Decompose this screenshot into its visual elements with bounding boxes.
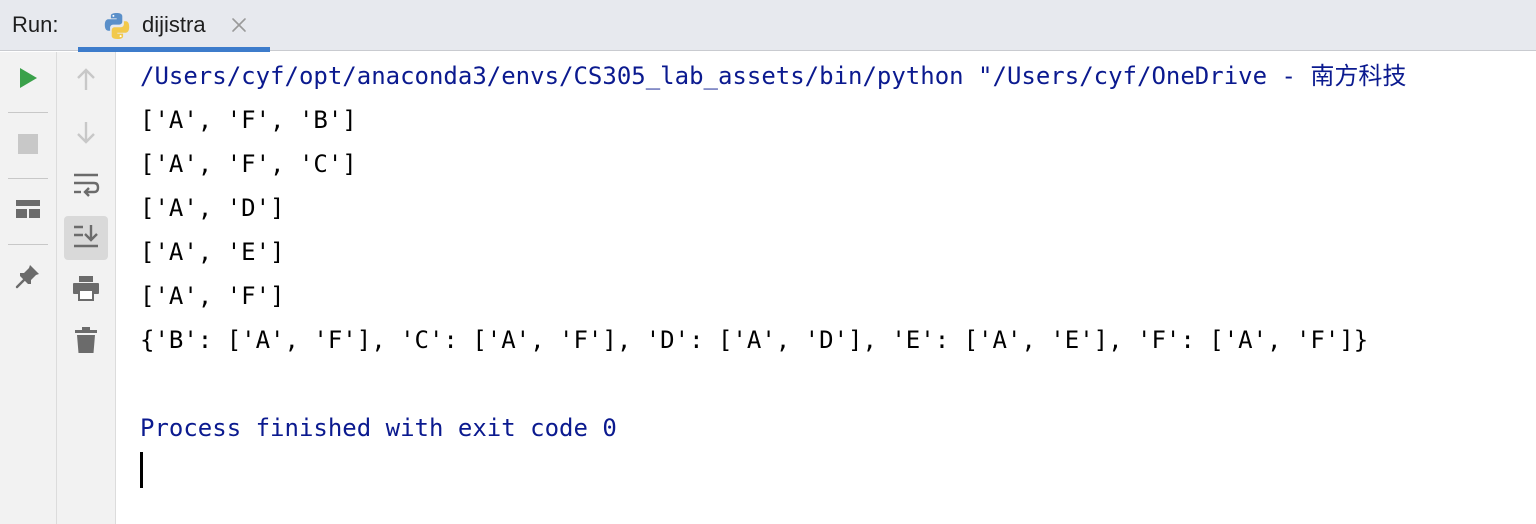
scroll-to-end-button[interactable]	[64, 216, 108, 260]
run-header: Run: dijistra	[0, 0, 1536, 52]
output-line: {'B': ['A', 'F'], 'C': ['A', 'F'], 'D': …	[140, 326, 1369, 354]
run-tool-window: Run: dijistra /Users/cyf/opt/anaconda3/e…	[0, 0, 1536, 524]
stop-button[interactable]	[6, 124, 50, 168]
toolbar-separator	[8, 244, 48, 245]
up-stack-button[interactable]	[64, 60, 108, 104]
down-stack-button[interactable]	[64, 112, 108, 156]
run-actions-toolbar	[0, 52, 57, 524]
console-actions-toolbar	[57, 52, 116, 524]
scroll-to-end-icon	[72, 223, 100, 254]
exit-message: Process finished with exit code 0	[140, 414, 617, 442]
play-icon	[16, 66, 40, 95]
toolbar-separator	[8, 178, 48, 179]
output-line: ['A', 'F', 'B']	[140, 106, 357, 134]
print-button[interactable]	[64, 268, 108, 312]
tab-label: dijistra	[142, 12, 206, 37]
rerun-button[interactable]	[6, 58, 50, 102]
text-caret	[140, 452, 143, 488]
console-output[interactable]: /Users/cyf/opt/anaconda3/envs/CS305_lab_…	[116, 52, 1536, 524]
output-line: ['A', 'F']	[140, 282, 285, 310]
pin-tab-button[interactable]	[6, 256, 50, 300]
output-line: ['A', 'E']	[140, 238, 285, 266]
output-line: ['A', 'F', 'C']	[140, 150, 357, 178]
stop-icon	[17, 133, 39, 160]
print-icon	[72, 275, 100, 306]
trash-icon	[74, 326, 98, 359]
arrow-down-icon	[74, 119, 98, 150]
soft-wrap-button[interactable]	[64, 164, 108, 208]
clear-all-button[interactable]	[64, 320, 108, 364]
layout-icon	[15, 198, 41, 227]
tab-dijistra[interactable]: dijistra	[78, 0, 270, 52]
output-line: ['A', 'D']	[140, 194, 285, 222]
pin-icon	[15, 263, 41, 294]
toolbar-separator	[8, 112, 48, 113]
soft-wrap-icon	[72, 171, 100, 202]
run-label: Run:	[12, 12, 59, 37]
command-line: /Users/cyf/opt/anaconda3/envs/CS305_lab_…	[140, 62, 1407, 90]
close-icon[interactable]	[230, 16, 248, 34]
python-icon	[102, 11, 132, 41]
arrow-up-icon	[74, 67, 98, 98]
restore-layout-button[interactable]	[6, 190, 50, 234]
